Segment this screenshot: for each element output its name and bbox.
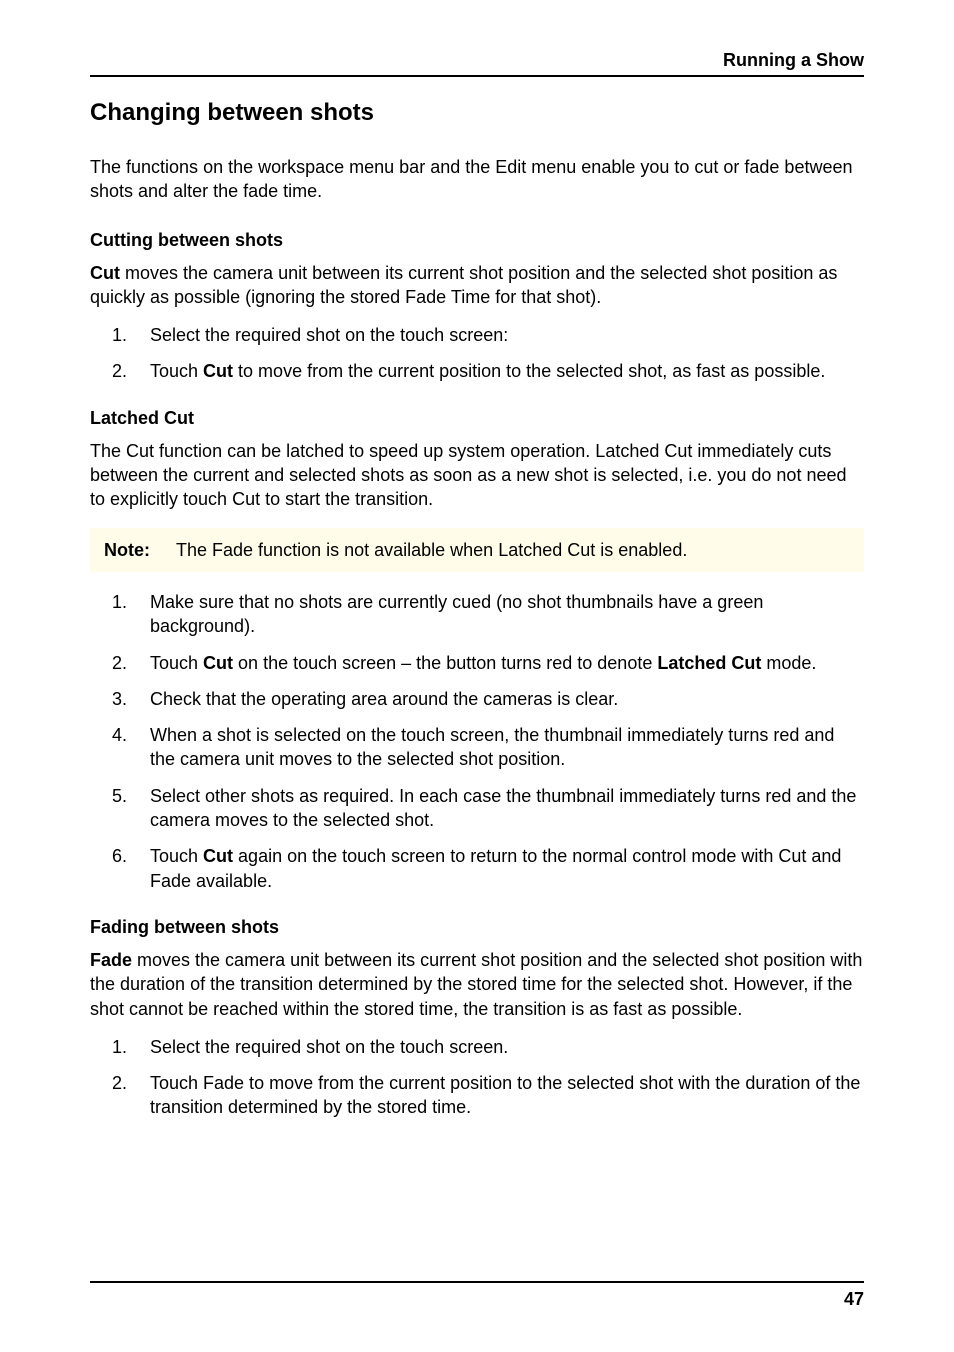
step-number: 1. (90, 590, 150, 639)
step-number: 4. (90, 723, 150, 772)
step-post: again on the touch screen to return to t… (150, 846, 841, 890)
cutting-steps: 1. Select the required shot on the touch… (90, 323, 864, 384)
fading-heading: Fading between shots (90, 917, 864, 938)
step-mid: on the touch screen – the button turns r… (233, 653, 657, 673)
step-bold: Cut (203, 846, 233, 866)
step-text: Check that the operating area around the… (150, 687, 864, 711)
cutting-lead-rest: moves the camera unit between its curren… (90, 263, 837, 307)
step-number: 2. (90, 359, 150, 383)
cutting-heading: Cutting between shots (90, 230, 864, 251)
latched-paragraph: The Cut function can be latched to speed… (90, 439, 864, 512)
note-box: Note: The Fade function is not available… (90, 528, 864, 572)
step-text: Touch Cut to move from the current posit… (150, 359, 864, 383)
fading-lead-bold: Fade (90, 950, 132, 970)
step-number: 1. (90, 1035, 150, 1059)
page-header: Running a Show (90, 50, 864, 77)
page-number: 47 (844, 1289, 864, 1310)
step-bold2: Latched Cut (657, 653, 761, 673)
intro-paragraph: The functions on the workspace menu bar … (90, 155, 864, 204)
step-pre: Touch (150, 846, 203, 866)
fading-steps: 1. Select the required shot on the touch… (90, 1035, 864, 1120)
step-text: Select the required shot on the touch sc… (150, 323, 864, 347)
fading-lead-rest: moves the camera unit between its curren… (90, 950, 862, 1019)
page-footer: 47 (90, 1281, 864, 1310)
list-item: 2. Touch Cut to move from the current po… (90, 359, 864, 383)
list-item: 4. When a shot is selected on the touch … (90, 723, 864, 772)
step-text: Select the required shot on the touch sc… (150, 1035, 864, 1059)
step-post: to move from the current position to the… (233, 361, 825, 381)
step-number: 2. (90, 651, 150, 675)
note-label: Note: (104, 538, 176, 562)
step-post: mode. (761, 653, 816, 673)
section-title: Running a Show (723, 50, 864, 71)
step-text: Make sure that no shots are currently cu… (150, 590, 864, 639)
list-item: 5. Select other shots as required. In ea… (90, 784, 864, 833)
fading-lead: Fade moves the camera unit between its c… (90, 948, 864, 1021)
step-number: 6. (90, 844, 150, 893)
note-text: The Fade function is not available when … (176, 538, 687, 562)
step-bold: Cut (203, 361, 233, 381)
cutting-lead-bold: Cut (90, 263, 120, 283)
step-text: Touch Fade to move from the current posi… (150, 1071, 864, 1120)
list-item: 2. Touch Cut on the touch screen – the b… (90, 651, 864, 675)
latched-steps: 1. Make sure that no shots are currently… (90, 590, 864, 893)
page-title: Changing between shots (90, 99, 864, 127)
step-number: 2. (90, 1071, 150, 1120)
step-bold: Cut (203, 653, 233, 673)
cutting-lead: Cut moves the camera unit between its cu… (90, 261, 864, 310)
list-item: 1. Select the required shot on the touch… (90, 323, 864, 347)
list-item: 1. Select the required shot on the touch… (90, 1035, 864, 1059)
list-item: 2. Touch Fade to move from the current p… (90, 1071, 864, 1120)
step-text: Select other shots as required. In each … (150, 784, 864, 833)
step-number: 1. (90, 323, 150, 347)
list-item: 1. Make sure that no shots are currently… (90, 590, 864, 639)
list-item: 6. Touch Cut again on the touch screen t… (90, 844, 864, 893)
step-number: 5. (90, 784, 150, 833)
latched-heading: Latched Cut (90, 408, 864, 429)
step-text: When a shot is selected on the touch scr… (150, 723, 864, 772)
step-number: 3. (90, 687, 150, 711)
step-text: Touch Cut on the touch screen – the butt… (150, 651, 864, 675)
step-text: Touch Cut again on the touch screen to r… (150, 844, 864, 893)
list-item: 3. Check that the operating area around … (90, 687, 864, 711)
step-pre: Touch (150, 361, 203, 381)
step-pre: Touch (150, 653, 203, 673)
